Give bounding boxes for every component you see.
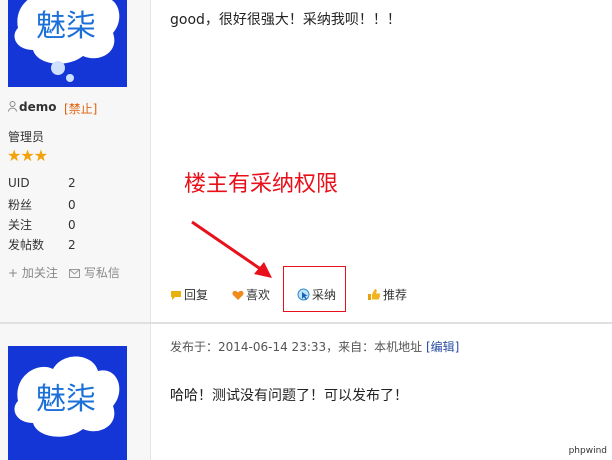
edit-link[interactable]: [编辑] [426, 340, 459, 354]
stat-following: 关注 0 [8, 216, 76, 233]
post1-avatar[interactable]: 魅柒 [8, 0, 127, 87]
post2-avatar-text: 魅柒 [36, 382, 96, 417]
stat-label: 关注 [8, 218, 33, 232]
heart-icon [232, 290, 244, 304]
post2-meta: 发布于：2014-06-14 23:33，来自：本机地址 [编辑] [170, 338, 459, 355]
like-label: 喜欢 [246, 288, 271, 302]
adopt-highlight-box [283, 266, 346, 312]
stat-value: 0 [68, 198, 76, 212]
stat-value: 2 [68, 176, 76, 190]
stat-posts: 发帖数 2 [8, 236, 76, 253]
watermark: phpwind [568, 446, 607, 456]
stat-fans: 粉丝 0 [8, 196, 76, 213]
stat-label: 粉丝 [8, 198, 33, 212]
stat-label: UID [8, 176, 30, 190]
annotation-text: 楼主有采纳权限 [184, 172, 339, 197]
post1-avatar-text: 魅柒 [36, 9, 96, 44]
post2-content: 哈哈！测试没有问题了！可以发布了！ [170, 388, 408, 404]
stat-value: 0 [68, 218, 76, 232]
rank-stars: ★★★ [7, 146, 48, 165]
envelope-icon [69, 266, 80, 280]
post2-avatar[interactable]: 魅柒 [8, 346, 127, 460]
reply-button[interactable]: 回复 [170, 286, 208, 304]
stat-label: 发帖数 [8, 238, 45, 252]
reply-icon [170, 290, 182, 304]
post-separator [0, 322, 612, 324]
reply-label: 回复 [184, 288, 209, 302]
thumbs-up-icon [367, 288, 381, 304]
post1-user-role: 管理员 [8, 130, 45, 144]
stat-uid: UID 2 [8, 176, 76, 190]
recommend-label: 推荐 [383, 288, 408, 302]
stat-value: 2 [68, 238, 76, 252]
ban-user-link[interactable]: [禁止] [64, 100, 97, 117]
post1-username-text: demo [19, 100, 57, 114]
like-button[interactable]: 喜欢 [232, 286, 270, 304]
user-icon [8, 101, 17, 112]
follow-button[interactable]: + 加关注 [8, 264, 58, 281]
post1-content: good，很好很强大！采纳我呗！！！ [170, 12, 401, 28]
annotation-arrow-icon [188, 216, 278, 285]
post2-meta-text: 发布于：2014-06-14 23:33，来自：本机地址 [170, 340, 426, 354]
private-message-label: 写私信 [83, 266, 120, 280]
private-message-button[interactable]: 写私信 [69, 264, 120, 281]
recommend-button[interactable]: 推荐 [367, 286, 407, 304]
post1-username[interactable]: demo [8, 100, 56, 114]
